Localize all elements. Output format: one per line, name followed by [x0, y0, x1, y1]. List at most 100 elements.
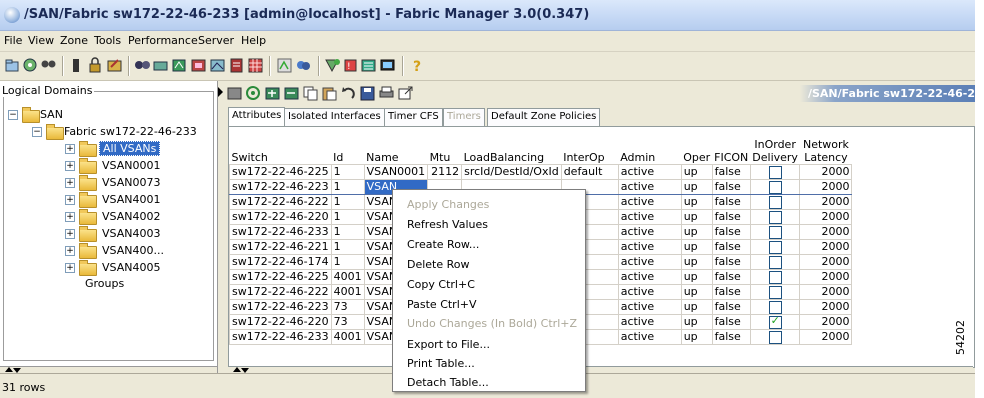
monitor-icon[interactable]: [379, 57, 396, 74]
cell-oper[interactable]: up: [680, 209, 713, 225]
inorder-checkbox[interactable]: [768, 225, 782, 239]
menu-tools[interactable]: Tools: [94, 34, 121, 47]
cell-admin[interactable]: active: [617, 299, 682, 315]
inorder-checkbox[interactable]: [768, 300, 782, 314]
expand-icon[interactable]: +: [65, 212, 75, 222]
grid-icon[interactable]: [247, 57, 264, 74]
cell-ficon[interactable]: false: [711, 209, 751, 225]
cell-ficon[interactable]: false: [711, 329, 751, 345]
tab-attributes[interactable]: Attributes: [228, 107, 286, 126]
expand-icon[interactable]: +: [65, 161, 75, 171]
cell-oper[interactable]: up: [680, 314, 713, 330]
cell-switch[interactable]: sw172-22-46-221: [229, 239, 332, 255]
save-icon[interactable]: [359, 85, 376, 102]
cell-admin[interactable]: active: [617, 329, 682, 345]
cell-network-latency[interactable]: 2000: [799, 224, 853, 240]
cell-id[interactable]: 73: [330, 299, 365, 315]
refresh-icon[interactable]: [245, 85, 262, 102]
scroll-up-icon[interactable]: [233, 367, 241, 372]
cell-oper[interactable]: up: [680, 239, 713, 255]
cell-inorder-delivery[interactable]: [749, 209, 801, 225]
scroll-up-icon[interactable]: [5, 367, 13, 372]
collapse-panel-icon[interactable]: [218, 87, 223, 97]
cell-network-latency[interactable]: 2000: [799, 314, 853, 330]
cell-network-latency[interactable]: 2000: [799, 239, 853, 255]
inorder-checkbox[interactable]: [768, 180, 782, 194]
lock-icon[interactable]: [87, 57, 104, 74]
cell-admin[interactable]: active: [617, 164, 682, 180]
cell-id[interactable]: 1: [330, 164, 365, 180]
cell-ficon[interactable]: false: [711, 254, 751, 270]
cell-admin[interactable]: active: [617, 194, 682, 210]
help-icon[interactable]: ?: [409, 57, 426, 74]
col-header-ficon[interactable]: FICON: [712, 135, 750, 165]
col-header-id[interactable]: Id: [331, 135, 364, 165]
cell-network-latency[interactable]: 2000: [799, 299, 853, 315]
delete-row-icon[interactable]: [283, 85, 300, 102]
cell-ficon[interactable]: false: [711, 179, 751, 195]
menu-item-print-table[interactable]: Print Table...: [407, 357, 475, 370]
inorder-checkbox[interactable]: [768, 165, 782, 179]
cell-mtu[interactable]: 2112: [427, 164, 463, 180]
cell-id[interactable]: 4001: [330, 329, 365, 345]
cell-id[interactable]: 1: [330, 179, 365, 195]
menu-item-delete-row[interactable]: Delete Row: [407, 258, 470, 271]
create-row-icon[interactable]: [264, 85, 281, 102]
cell-admin[interactable]: active: [617, 224, 682, 240]
table-row[interactable]: sw172-22-46-225 1 VSAN0001 2112 srcId/DestId…: [229, 164, 853, 180]
cell-inorder-delivery[interactable]: [749, 299, 801, 315]
cell-inorder-delivery[interactable]: [749, 284, 801, 300]
menu-performance[interactable]: Performance: [128, 34, 198, 47]
cell-id[interactable]: 1: [330, 254, 365, 270]
copy-icon[interactable]: [302, 85, 319, 102]
collapse-icon[interactable]: −: [8, 110, 18, 120]
cell-admin[interactable]: active: [617, 239, 682, 255]
cell-ficon[interactable]: false: [711, 269, 751, 285]
col-header-inorder-delivery[interactable]: InOrder Delivery: [750, 135, 800, 165]
menu-file[interactable]: File: [4, 34, 22, 47]
cell-network-latency[interactable]: 2000: [799, 329, 853, 345]
tab-default-zone-policies[interactable]: Default Zone Policies: [487, 108, 601, 126]
security-icon[interactable]: [324, 57, 341, 74]
inorder-checkbox[interactable]: [768, 270, 782, 284]
network-icon[interactable]: [152, 57, 169, 74]
cell-inorder-delivery[interactable]: [749, 239, 801, 255]
col-header-admin[interactable]: Admin: [618, 135, 681, 165]
inorder-checkbox[interactable]: [768, 255, 782, 269]
cell-ficon[interactable]: false: [711, 164, 751, 180]
cell-admin[interactable]: active: [617, 269, 682, 285]
menu-item-paste[interactable]: Paste Ctrl+V: [407, 298, 477, 311]
cell-admin[interactable]: active: [617, 284, 682, 300]
expand-icon[interactable]: +: [65, 178, 75, 188]
cell-interop[interactable]: default: [560, 164, 619, 180]
title-bar[interactable]: /SAN/Fabric sw172-22-46-233 [admin@local…: [0, 0, 975, 31]
inorder-checkbox[interactable]: [768, 240, 782, 254]
cell-id[interactable]: 1: [330, 239, 365, 255]
expand-icon[interactable]: +: [65, 229, 75, 239]
menu-view[interactable]: View: [28, 34, 54, 47]
detach-icon[interactable]: [397, 85, 414, 102]
collapse-icon[interactable]: −: [32, 127, 42, 137]
col-header-mtu[interactable]: Mtu: [428, 135, 462, 165]
expand-icon[interactable]: +: [65, 195, 75, 205]
col-header-interop[interactable]: InterOp: [561, 135, 618, 165]
open-icon[interactable]: [4, 57, 21, 74]
cell-network-latency[interactable]: 2000: [799, 179, 853, 195]
license-icon[interactable]: [228, 57, 245, 74]
cell-id[interactable]: 73: [330, 314, 365, 330]
cell-oper[interactable]: up: [680, 194, 713, 210]
col-header-oper[interactable]: Oper: [681, 135, 712, 165]
cell-id[interactable]: 1: [330, 209, 365, 225]
switch-link-icon[interactable]: [134, 57, 151, 74]
cell-switch[interactable]: sw172-22-46-225: [229, 164, 332, 180]
cell-ficon[interactable]: false: [711, 194, 751, 210]
cell-admin[interactable]: active: [617, 254, 682, 270]
inorder-checkbox[interactable]: [768, 285, 782, 299]
cell-inorder-delivery[interactable]: [749, 314, 801, 330]
cell-inorder-delivery[interactable]: [749, 164, 801, 180]
paste-icon[interactable]: [321, 85, 338, 102]
cell-ficon[interactable]: false: [711, 239, 751, 255]
cell-switch[interactable]: sw172-22-46-220: [229, 314, 332, 330]
cell-ficon[interactable]: false: [711, 284, 751, 300]
menu-item-export-to-file[interactable]: Export to File...: [407, 338, 490, 351]
